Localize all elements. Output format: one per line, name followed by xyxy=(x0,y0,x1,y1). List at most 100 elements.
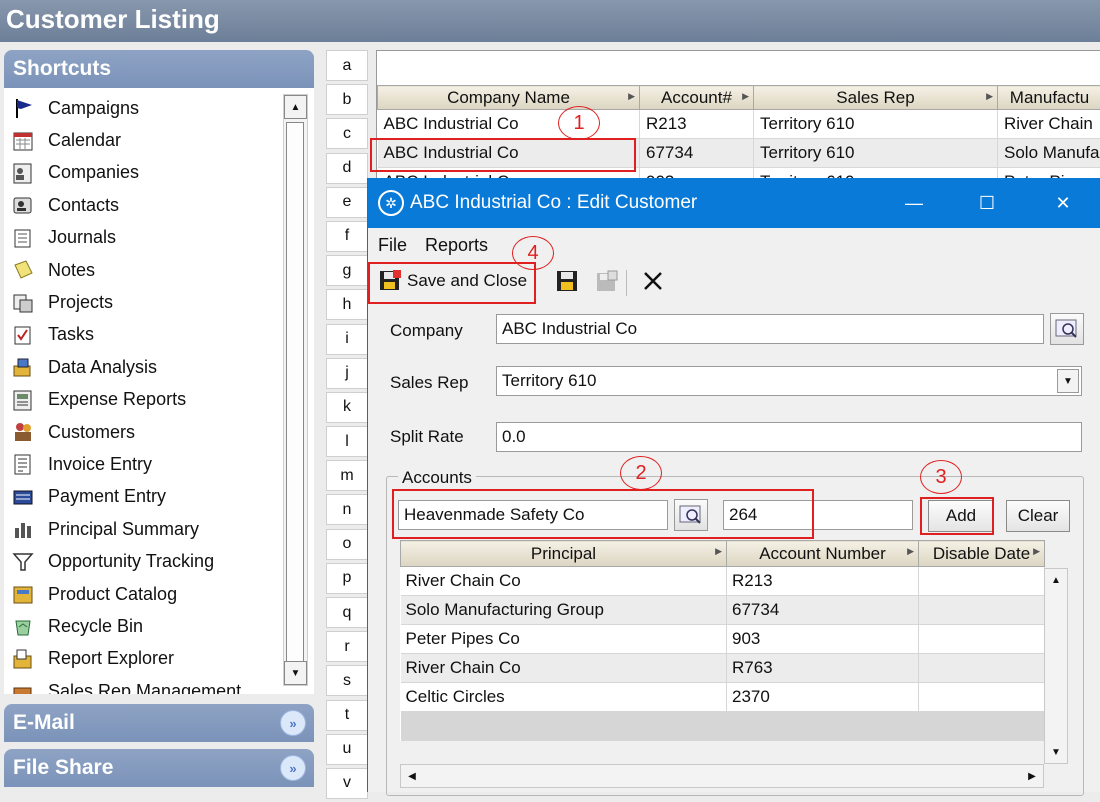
save-new-icon[interactable] xyxy=(594,268,620,294)
shortcut-invoice-entry[interactable]: Invoice Entry xyxy=(10,448,280,480)
contacts-icon xyxy=(10,193,36,217)
accounts-vertical-scrollbar[interactable]: ▲ ▼ xyxy=(1044,568,1068,764)
table-row[interactable]: Celtic Circles 2370 xyxy=(401,683,1045,712)
close-button[interactable]: ✕ xyxy=(1024,178,1100,228)
fileshare-header[interactable]: File Share » xyxy=(4,749,314,787)
company-lookup-button[interactable] xyxy=(1050,313,1084,345)
scroll-right-icon[interactable]: ▶ xyxy=(1021,765,1043,787)
table-row[interactable]: River Chain Co R213 xyxy=(401,567,1045,596)
column-header-account-number[interactable]: Account Number▶ xyxy=(727,541,919,567)
sales-rep-dropdown[interactable]: Territory 610 ▼ xyxy=(496,366,1082,396)
shortcuts-scrollbar[interactable]: ▲ ▼ xyxy=(283,94,308,686)
column-header-account[interactable]: Account#▶ xyxy=(640,86,754,110)
alpha-i[interactable]: i xyxy=(326,324,368,355)
alpha-a[interactable]: a xyxy=(326,50,368,81)
alpha-k[interactable]: k xyxy=(326,392,368,423)
shortcut-contacts[interactable]: Contacts xyxy=(10,189,280,221)
alpha-v[interactable]: v xyxy=(326,768,368,799)
alpha-n[interactable]: n xyxy=(326,494,368,525)
shortcut-projects[interactable]: Projects xyxy=(10,286,280,318)
shortcut-payment-entry[interactable]: Payment Entry xyxy=(10,481,280,513)
alpha-t[interactable]: t xyxy=(326,700,368,731)
shortcut-product-catalog[interactable]: Product Catalog xyxy=(10,578,280,610)
scroll-down-button[interactable]: ▼ xyxy=(284,661,307,685)
table-row-empty[interactable] xyxy=(401,712,1045,741)
shortcut-principal-summary[interactable]: Principal Summary xyxy=(10,513,280,545)
email-header[interactable]: E-Mail » xyxy=(4,704,314,742)
table-row[interactable]: River Chain Co R763 xyxy=(401,654,1045,683)
shortcut-sales-rep-management[interactable]: Sales Rep Management xyxy=(10,675,280,694)
header-label: Sales Rep xyxy=(836,88,914,107)
column-header-disable-date[interactable]: Disable Date▶ xyxy=(919,541,1045,567)
column-header-sales-rep[interactable]: Sales Rep▶ xyxy=(754,86,998,110)
report-explorer-icon xyxy=(10,647,36,671)
alpha-g[interactable]: g xyxy=(326,255,368,286)
sort-arrow-icon: ▶ xyxy=(628,91,635,102)
menu-file[interactable]: File xyxy=(378,235,407,256)
annotation-box-3 xyxy=(920,497,994,535)
annotation-box-2 xyxy=(392,489,814,539)
notes-icon xyxy=(10,258,36,282)
alpha-b[interactable]: b xyxy=(326,84,368,115)
alpha-f[interactable]: f xyxy=(326,221,368,252)
principal-summary-icon xyxy=(10,517,36,541)
shortcuts-panel: Campaigns Calendar Companies Contacts Jo… xyxy=(4,88,314,694)
table-row[interactable]: ABC Industrial Co R213 Territory 610 Riv… xyxy=(378,110,1100,139)
maximize-button[interactable]: ☐ xyxy=(948,178,1026,228)
alpha-q[interactable]: q xyxy=(326,597,368,628)
save-icon[interactable] xyxy=(554,268,580,294)
shortcut-label: Product Catalog xyxy=(48,584,177,605)
shortcut-report-explorer[interactable]: Report Explorer xyxy=(10,643,280,675)
alpha-r[interactable]: r xyxy=(326,631,368,662)
shortcut-tasks[interactable]: Tasks xyxy=(10,319,280,351)
shortcut-expense-reports[interactable]: Expense Reports xyxy=(10,384,280,416)
annotation-callout-3: 3 xyxy=(920,460,962,494)
column-header-principal[interactable]: Principal▶ xyxy=(401,541,727,567)
column-header-company[interactable]: Company Name▶ xyxy=(378,86,640,110)
expand-chevron-icon[interactable]: » xyxy=(280,755,306,781)
shortcut-calendar[interactable]: Calendar xyxy=(10,124,280,156)
column-header-manufacturer[interactable]: Manufactu xyxy=(998,86,1100,110)
alpha-e[interactable]: e xyxy=(326,187,368,218)
alpha-m[interactable]: m xyxy=(326,460,368,491)
alpha-l[interactable]: l xyxy=(326,426,368,457)
alpha-c[interactable]: c xyxy=(326,118,368,149)
dropdown-arrow-icon[interactable]: ▼ xyxy=(1057,369,1079,393)
shortcut-recycle-bin[interactable]: Recycle Bin xyxy=(10,610,280,642)
delete-x-icon[interactable] xyxy=(640,268,666,294)
scroll-left-icon[interactable]: ◀ xyxy=(401,765,423,787)
menu-reports[interactable]: Reports xyxy=(425,235,488,256)
shortcut-label: Recycle Bin xyxy=(48,616,143,637)
shortcut-opportunity-tracking[interactable]: Opportunity Tracking xyxy=(10,545,280,577)
accounts-horizontal-scrollbar[interactable]: ◀ ▶ xyxy=(400,764,1044,788)
shortcut-label: Customers xyxy=(48,422,135,443)
shortcut-notes[interactable]: Notes xyxy=(10,254,280,286)
table-row[interactable]: Peter Pipes Co 903 xyxy=(401,625,1045,654)
alpha-u[interactable]: u xyxy=(326,734,368,765)
scroll-up-button[interactable]: ▲ xyxy=(284,95,307,119)
shortcut-companies[interactable]: Companies xyxy=(10,157,280,189)
shortcut-journals[interactable]: Journals xyxy=(10,222,280,254)
shortcut-customers[interactable]: Customers xyxy=(10,416,280,448)
scroll-up-icon[interactable]: ▲ xyxy=(1045,569,1067,591)
shortcut-campaigns[interactable]: Campaigns xyxy=(10,92,280,124)
shortcuts-header[interactable]: Shortcuts xyxy=(4,50,314,88)
clear-button[interactable]: Clear xyxy=(1006,500,1070,532)
alpha-s[interactable]: s xyxy=(326,665,368,696)
alpha-j[interactable]: j xyxy=(326,358,368,389)
scroll-thumb[interactable] xyxy=(286,122,304,682)
shortcut-data-analysis[interactable]: Data Analysis xyxy=(10,351,280,383)
scroll-down-icon[interactable]: ▼ xyxy=(1045,741,1067,763)
alpha-p[interactable]: p xyxy=(326,563,368,594)
minimize-button[interactable]: — xyxy=(875,178,953,228)
alpha-d[interactable]: d xyxy=(326,153,368,184)
alpha-o[interactable]: o xyxy=(326,529,368,560)
shortcut-label: Data Analysis xyxy=(48,357,157,378)
cell-principal: Celtic Circles xyxy=(401,683,727,712)
expand-chevron-icon[interactable]: » xyxy=(280,710,306,736)
company-field[interactable]: ABC Industrial Co xyxy=(496,314,1044,344)
split-rate-field[interactable]: 0.0 xyxy=(496,422,1082,452)
alpha-h[interactable]: h xyxy=(326,289,368,320)
shortcuts-sidebar: Shortcuts Campaigns Calendar Companies C… xyxy=(0,42,320,792)
table-row[interactable]: Solo Manufacturing Group 67734 xyxy=(401,596,1045,625)
